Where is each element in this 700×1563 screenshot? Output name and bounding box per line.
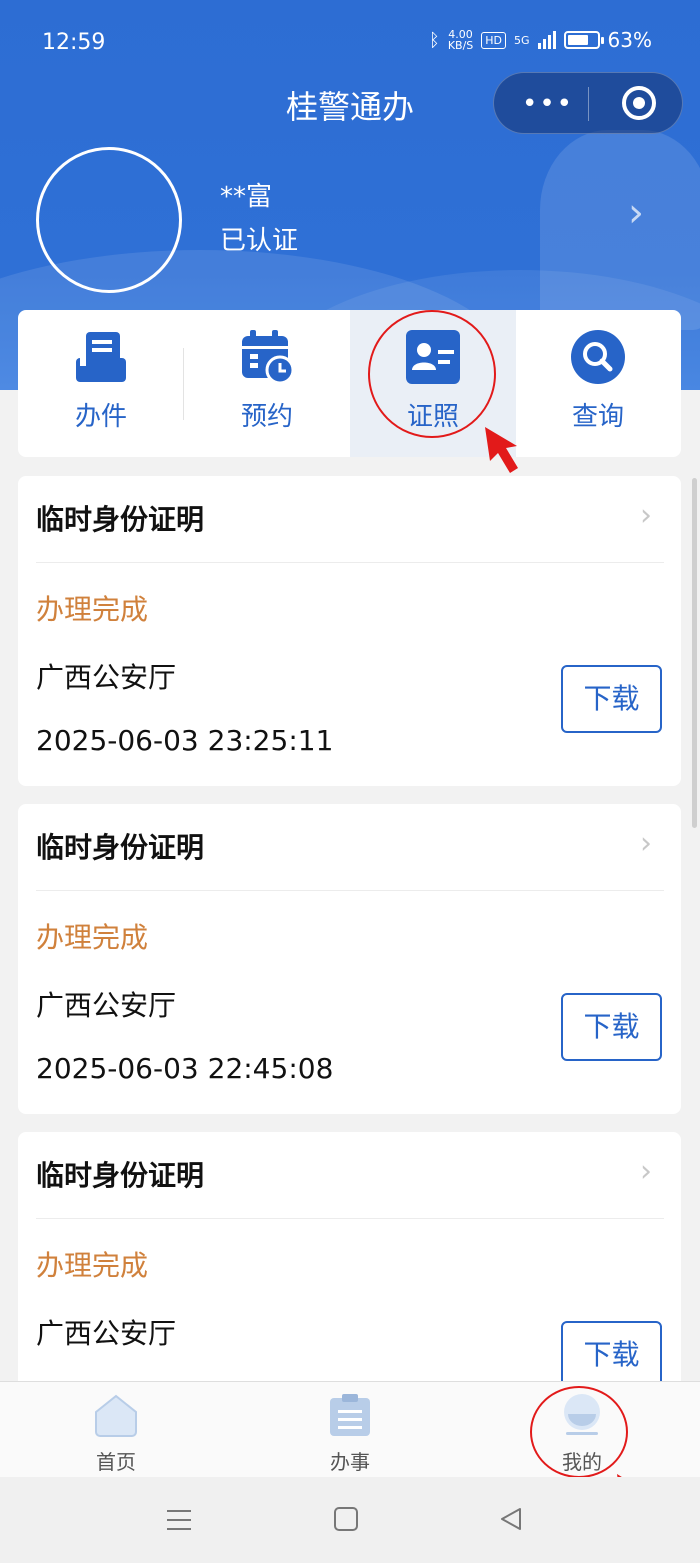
annotation-circle bbox=[530, 1386, 628, 1478]
back-icon[interactable] bbox=[498, 1506, 524, 1532]
nav-home[interactable]: 首页 bbox=[36, 1392, 196, 1475]
net-speed-unit: KB/S bbox=[447, 39, 474, 52]
tab-files[interactable]: 办件 bbox=[18, 310, 184, 457]
capsule-divider bbox=[588, 87, 589, 121]
divider bbox=[36, 562, 664, 563]
verified-status: 已认证 bbox=[220, 226, 299, 256]
record-org: 广西公安厅 bbox=[36, 1317, 177, 1350]
record-title: 临时身份证明 bbox=[36, 831, 205, 864]
hd-badge: HD bbox=[481, 31, 507, 49]
close-target-icon[interactable] bbox=[622, 86, 656, 120]
tab-query[interactable]: 查询 bbox=[515, 310, 681, 457]
divider bbox=[36, 1218, 664, 1219]
battery-icon bbox=[563, 31, 604, 49]
quick-tabs: 办件 预约 证照 查询 bbox=[18, 310, 681, 457]
record-card[interactable]: 临时身份证明 › 办理完成 广西公安厅 2025-06-03 22:45:08 … bbox=[18, 804, 681, 1114]
status-time: 12:59 bbox=[42, 30, 106, 55]
status-right: ᛒ 4.00 KB/S HD 5G 63% bbox=[429, 28, 652, 52]
record-org: 广西公安厅 bbox=[36, 661, 177, 694]
chevron-right-icon[interactable]: › bbox=[640, 1154, 652, 1189]
file-tray-icon bbox=[72, 328, 130, 386]
tab-appointment-label: 预约 bbox=[240, 402, 293, 432]
download-button[interactable]: 下载 bbox=[561, 665, 662, 733]
record-datetime: 2025-06-03 22:45:08 bbox=[36, 1052, 334, 1085]
record-status: 办理完成 bbox=[36, 593, 149, 626]
annotation-circle bbox=[368, 310, 496, 438]
avatar[interactable] bbox=[36, 147, 182, 293]
download-button[interactable]: 下载 bbox=[561, 1321, 662, 1389]
divider bbox=[36, 890, 664, 891]
nav-home-label: 首页 bbox=[96, 1450, 136, 1474]
home-icon bbox=[95, 1394, 137, 1437]
record-status: 办理完成 bbox=[36, 1249, 149, 1282]
battery-percent: 63% bbox=[607, 28, 652, 52]
clipboard-icon bbox=[330, 1394, 370, 1436]
signal-icon bbox=[537, 31, 556, 49]
calendar-clock-icon bbox=[238, 328, 296, 386]
record-title: 临时身份证明 bbox=[36, 1159, 205, 1192]
status-bar: 12:59 ᛒ 4.00 KB/S HD 5G 63% bbox=[0, 20, 700, 64]
home-square-icon[interactable] bbox=[333, 1506, 359, 1532]
record-datetime: 2025-06-03 23:25:11 bbox=[36, 724, 334, 757]
menu-icon[interactable] bbox=[166, 1507, 192, 1533]
chevron-right-icon[interactable]: › bbox=[628, 190, 644, 236]
tab-files-label: 办件 bbox=[74, 402, 127, 432]
chevron-right-icon[interactable]: › bbox=[640, 826, 652, 861]
nav-services-label: 办事 bbox=[330, 1450, 370, 1474]
search-icon bbox=[569, 328, 627, 386]
tab-appointment[interactable]: 预约 bbox=[184, 310, 350, 457]
record-org: 广西公安厅 bbox=[36, 989, 177, 1022]
record-card[interactable]: 临时身份证明 › 办理完成 广西公安厅 2025-06-03 23:25:11 … bbox=[18, 476, 681, 786]
system-nav-bar bbox=[0, 1477, 700, 1563]
record-status: 办理完成 bbox=[36, 921, 149, 954]
download-button[interactable]: 下载 bbox=[561, 993, 662, 1061]
annotation-arrow-icon bbox=[485, 427, 518, 473]
header-decoration bbox=[540, 130, 700, 330]
network-type: 5G bbox=[514, 33, 530, 47]
bluetooth-icon: ᛒ bbox=[429, 29, 440, 51]
nav-services[interactable]: 办事 bbox=[270, 1392, 430, 1475]
user-name: **富 bbox=[220, 182, 273, 212]
more-icon[interactable]: ••• bbox=[522, 89, 574, 119]
tab-query-label: 查询 bbox=[571, 402, 624, 432]
net-speed: 4.00 KB/S bbox=[448, 29, 473, 51]
record-title: 临时身份证明 bbox=[36, 503, 205, 536]
chevron-right-icon[interactable]: › bbox=[640, 498, 652, 533]
miniapp-capsule: ••• bbox=[493, 72, 683, 134]
scrollbar[interactable] bbox=[692, 478, 697, 828]
